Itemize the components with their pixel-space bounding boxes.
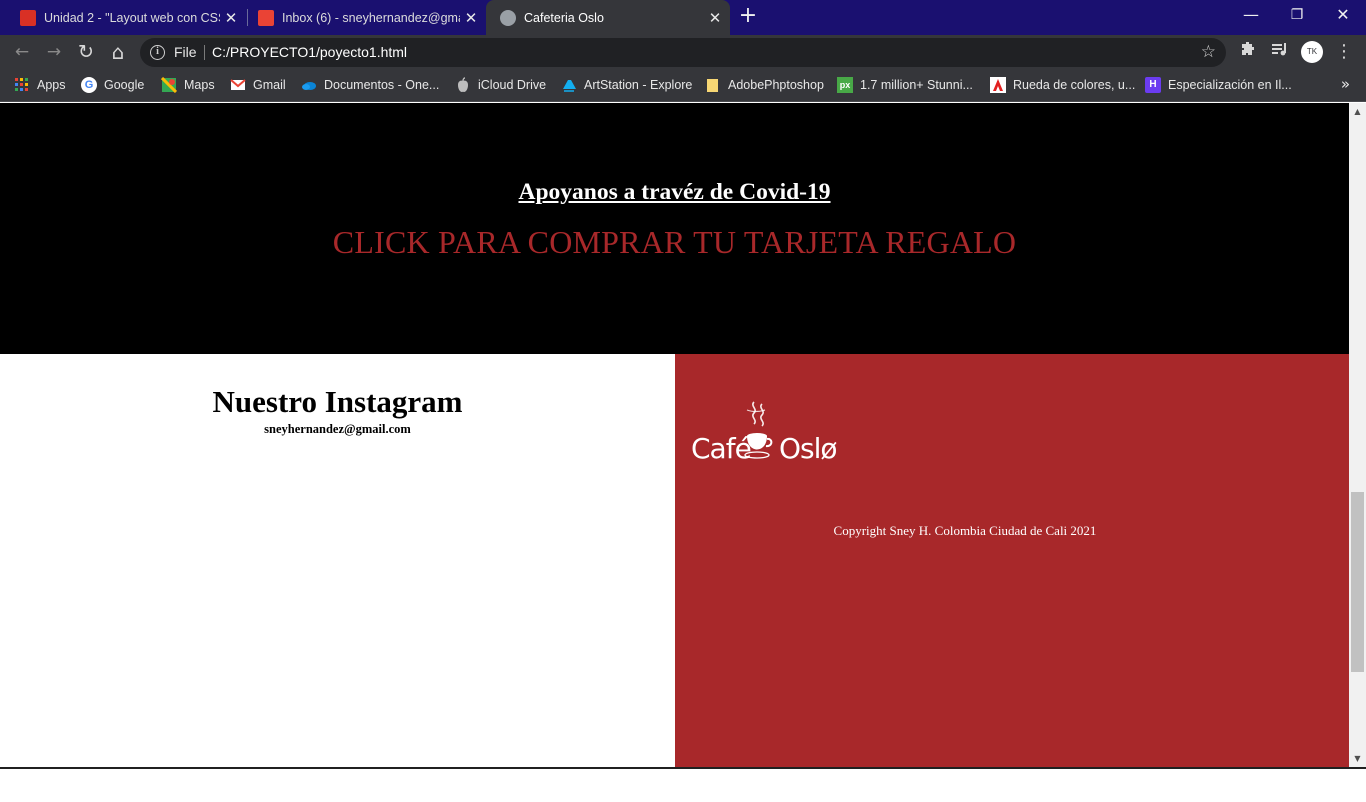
profile-avatar[interactable]: TK (1301, 41, 1323, 63)
bookmark-label: iCloud Drive (478, 78, 547, 92)
bookmark-artstation[interactable]: ArtStation - Explore (561, 76, 692, 94)
bookmark-adobe-color[interactable]: Rueda de colores, u... (990, 76, 1135, 94)
instagram-section: Nuestro Instagram sneyhernandez@gmail.co… (0, 354, 675, 767)
gmail-icon (230, 77, 246, 93)
bookmark-label: Especialización en Il... (1168, 78, 1292, 92)
tab-unidad-2[interactable]: Unidad 2 - "Layout web con CSS ✕ (0, 0, 246, 35)
covid-support-link[interactable]: Apoyanos a travéz de Covid-19 (0, 179, 1349, 206)
logo-text-oslo: Oslø (779, 432, 838, 465)
folder-icon (705, 77, 721, 93)
apple-icon (455, 77, 471, 93)
bookmarks-bar: Apps G Google Maps Gmail Documentos - On… (0, 69, 1366, 102)
apps-grid-icon (14, 77, 30, 93)
bookmark-adobephotoshop[interactable]: AdobePhptoshop (705, 76, 824, 94)
scroll-down-icon[interactable]: ▼ (1349, 750, 1366, 767)
cafe-oslo-logo: Café Oslø (691, 400, 841, 472)
bookmark-onedrive[interactable]: Documentos - One... (301, 76, 439, 94)
page-scrollbar[interactable]: ▲ ▼ (1349, 103, 1366, 767)
scroll-up-icon[interactable]: ▲ (1349, 103, 1366, 120)
address-bar[interactable]: i File C:/PROYECTO1/poyecto1.html ☆ (140, 38, 1226, 67)
more-bookmarks-icon[interactable]: » (1341, 75, 1350, 93)
back-icon[interactable]: ← (10, 40, 34, 64)
google-icon: G (81, 77, 97, 93)
covid-support-banner: Apoyanos a travéz de Covid-19 CLICK PARA… (0, 103, 1349, 354)
close-tab-icon[interactable]: ✕ (704, 9, 726, 27)
restore-icon[interactable]: ❐ (1274, 0, 1320, 32)
extensions-icon[interactable] (1236, 40, 1260, 64)
tab-title: Inbox (6) - sneyhernandez@gmai (282, 10, 460, 25)
maps-icon (160, 76, 178, 94)
course-icon: H (1145, 77, 1161, 93)
bookmark-google[interactable]: G Google (81, 76, 144, 94)
bookmark-maps[interactable]: Maps (160, 76, 215, 94)
minimize-icon[interactable]: — (1228, 0, 1274, 32)
url-scheme: File (174, 44, 197, 60)
bookmark-label: ArtStation - Explore (584, 78, 693, 92)
tab-cafeteria-oslo[interactable]: Cafeteria Oslo ✕ (486, 0, 730, 35)
bookmark-apps[interactable]: Apps (14, 76, 66, 94)
tab-title: Cafeteria Oslo (524, 10, 604, 25)
page-viewport: Apoyanos a travéz de Covid-19 CLICK PARA… (0, 103, 1349, 767)
new-tab-icon[interactable]: + (736, 4, 760, 30)
bookmark-icloud[interactable]: iCloud Drive (455, 76, 546, 94)
forward-icon[interactable]: → (42, 40, 66, 64)
gmail-icon (258, 9, 274, 26)
bookmark-pixabay[interactable]: px 1.7 million+ Stunni... (837, 76, 973, 94)
tab-inbox[interactable]: Inbox (6) - sneyhernandez@gmai ✕ (238, 0, 486, 35)
bookmark-star-icon[interactable]: ☆ (1201, 42, 1216, 62)
gmail-red-icon (20, 9, 36, 26)
browser-toolbar: ← → ↻ ⌂ i File C:/PROYECTO1/poyecto1.htm… (0, 35, 1366, 69)
bookmark-label: Rueda de colores, u... (1013, 78, 1136, 92)
bookmark-label: Maps (184, 78, 215, 92)
bookmark-label: AdobePhptoshop (728, 78, 824, 92)
globe-icon (500, 9, 516, 26)
media-queue-icon[interactable] (1268, 40, 1292, 64)
bookmark-gmail[interactable]: Gmail (230, 76, 286, 94)
pixabay-icon: px (837, 77, 853, 93)
close-tab-icon[interactable]: ✕ (460, 9, 482, 27)
bookmark-especializacion[interactable]: H Especialización en Il... (1145, 76, 1292, 94)
artstation-icon (561, 77, 577, 93)
gift-card-cta[interactable]: CLICK PARA COMPRAR TU TARJETA REGALO (0, 224, 1349, 261)
home-icon[interactable]: ⌂ (106, 40, 130, 64)
bookmark-label: Gmail (253, 78, 286, 92)
tab-title: Unidad 2 - "Layout web con CSS (44, 10, 220, 25)
close-window-icon[interactable]: ✕ (1320, 0, 1366, 32)
bookmark-label: Apps (37, 78, 66, 92)
footer-section: Café Oslø Copyright Sney H. Colombia Ciu… (675, 354, 1349, 767)
reload-icon[interactable]: ↻ (74, 40, 98, 64)
menu-dots-icon[interactable]: ⋮ (1332, 40, 1356, 64)
bookmark-label: Google (104, 78, 145, 92)
onedrive-icon (301, 77, 317, 93)
scroll-thumb[interactable] (1351, 492, 1364, 672)
instagram-email: sneyhernandez@gmail.com (264, 422, 411, 436)
instagram-title: Nuestro Instagram (212, 384, 463, 419)
adobe-icon (990, 77, 1006, 93)
logo-text-cafe: Café (691, 432, 752, 465)
title-bar: Unidad 2 - "Layout web con CSS ✕ Inbox (… (0, 0, 1366, 35)
bookmark-label: 1.7 million+ Stunni... (860, 78, 973, 92)
divider (204, 45, 205, 60)
bookmark-label: Documentos - One... (324, 78, 440, 92)
url-text[interactable]: C:/PROYECTO1/poyecto1.html (212, 44, 407, 60)
site-info-icon[interactable]: i (150, 45, 165, 60)
copyright-text: Copyright Sney H. Colombia Ciudad de Cal… (833, 523, 1097, 538)
bottom-strip (0, 767, 1366, 802)
